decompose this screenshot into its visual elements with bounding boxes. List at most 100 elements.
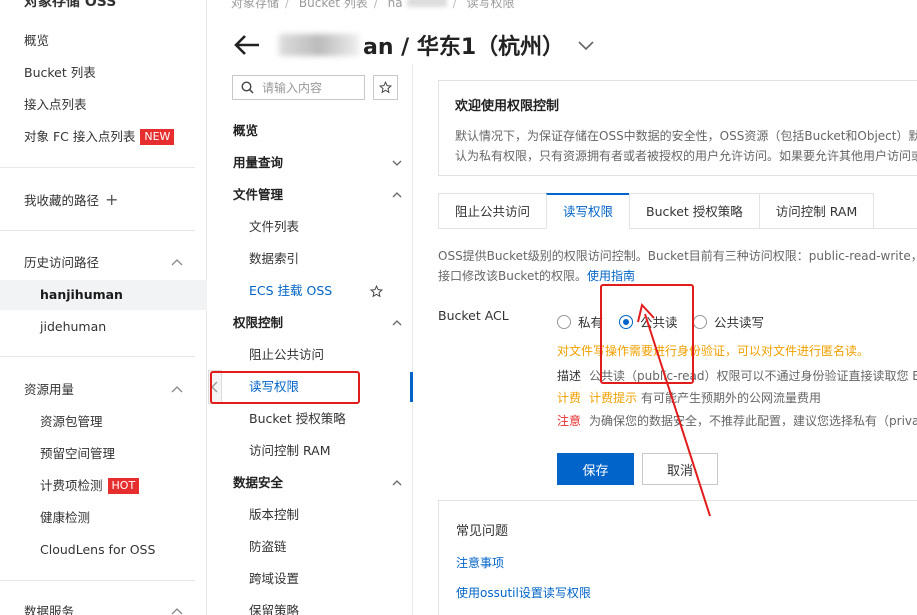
- note-label: 注意: [557, 414, 582, 428]
- nav-block-public-access[interactable]: 阻止公共访问: [249, 341, 324, 369]
- add-favorite-icon[interactable]: +: [105, 185, 118, 215]
- faq-title: 常见问题: [456, 524, 509, 539]
- guide-link[interactable]: 使用指南: [587, 269, 635, 283]
- breadcrumb-item[interactable]: 对象存储: [231, 0, 279, 10]
- note-text: 为确保您的数据安全，不推荐此配置，建议您选择私有（private）。: [589, 414, 917, 428]
- nav-data-index[interactable]: 数据索引: [249, 245, 299, 273]
- faq-link-notes[interactable]: 注意事项: [456, 554, 504, 571]
- chevron-up-icon[interactable]: [171, 606, 183, 615]
- nav-usage[interactable]: 用量查询: [233, 149, 283, 177]
- sidebar-group-history[interactable]: 历史访问路径: [24, 248, 99, 278]
- chevron-up-icon[interactable]: [392, 478, 402, 488]
- sidebar-item-favorites[interactable]: 我收藏的路径 +: [24, 185, 118, 215]
- sidebar-item-reserved-space[interactable]: 预留空间管理: [40, 439, 115, 469]
- nav-retention-policy[interactable]: 保留策略: [249, 597, 299, 615]
- billing-text: 有可能产生预期外的公网流量费用: [641, 391, 822, 405]
- nav-data-security[interactable]: 数据安全: [233, 469, 283, 497]
- chevron-down-icon[interactable]: [578, 39, 594, 51]
- bucket-nav: 概览 用量查询 文件管理 文件列表 数据索引 ECS 挂载 OSS 权限控制 阻…: [208, 64, 413, 615]
- divider: [0, 580, 195, 581]
- billing-highlight: 计费提示: [589, 391, 638, 405]
- radio-circle[interactable]: [557, 314, 571, 329]
- page-header: an / 华东1（杭州）: [233, 27, 594, 63]
- sidebar-item-history-active[interactable]: hanjihuman: [0, 280, 207, 310]
- chevron-up-icon[interactable]: [171, 384, 183, 396]
- sidebar-item-overview[interactable]: 概览: [24, 26, 49, 56]
- divider: [0, 356, 195, 357]
- annotation-box-radio: [600, 284, 694, 384]
- active-indicator: [410, 372, 413, 402]
- star-icon: [379, 81, 392, 94]
- faq-link-ossutil[interactable]: 使用ossutil设置读写权限: [456, 584, 591, 601]
- acl-billing: 计费 计费提示 有可能产生预期外的公网流量费用: [557, 389, 917, 407]
- save-button[interactable]: 保存: [557, 453, 634, 485]
- faq-panel: 常见问题 注意事项 使用ossutil设置读写权限: [438, 501, 917, 615]
- sidebar-group-label: 历史访问路径: [24, 255, 100, 270]
- tab-bucket-policy[interactable]: Bucket 授权策略: [629, 193, 759, 229]
- sidebar-group-data-services[interactable]: 数据服务: [24, 597, 74, 615]
- page-title: an / 华东1（杭州）: [363, 35, 565, 60]
- sidebar-item-billing-check[interactable]: 计费项检测 HOT: [40, 471, 140, 501]
- breadcrumb-item[interactable]: ha: [388, 0, 403, 10]
- radio-private[interactable]: 私有: [557, 312, 603, 331]
- sidebar-item-label: Bucket 列表: [24, 65, 96, 80]
- sidebar-item-label: CloudLens for OSS: [40, 542, 156, 557]
- tab-block-public-access[interactable]: 阻止公共访问: [438, 193, 547, 229]
- billing-label: 计费: [557, 391, 582, 405]
- sidebar-item-label: hanjihuman: [40, 287, 123, 302]
- nav-search[interactable]: [232, 75, 365, 100]
- sidebar-item-cloudlens[interactable]: CloudLens for OSS: [40, 535, 155, 565]
- search-icon: [241, 81, 254, 94]
- nav-overview[interactable]: 概览: [233, 117, 258, 145]
- nav-access-control[interactable]: 权限控制: [233, 309, 283, 337]
- sidebar-item-health-check[interactable]: 健康检测: [40, 503, 90, 533]
- sidebar-item-label: 预留空间管理: [40, 446, 116, 461]
- redacted-text: [406, 0, 447, 7]
- sidebar-item-label: 概览: [24, 33, 50, 48]
- nav-hotlink-protection[interactable]: 防盗链: [249, 533, 287, 561]
- divider: [0, 167, 195, 168]
- sidebar-item-label: 计费项检测: [40, 478, 103, 493]
- welcome-text: 默认情况下，为保证存储在OSS中数据的安全性，OSS资源（包括Bucket和Ob…: [455, 129, 917, 163]
- sidebar-group-label: 资源用量: [24, 382, 75, 397]
- divider: [0, 230, 195, 231]
- sidebar-item-label: 健康检测: [40, 510, 91, 525]
- cancel-button[interactable]: 取消: [642, 453, 718, 485]
- nav-cors[interactable]: 跨域设置: [249, 565, 299, 593]
- breadcrumb-current: 读写权限: [466, 0, 515, 10]
- sidebar-item-bucket-list[interactable]: Bucket 列表: [24, 58, 96, 88]
- nav-versioning[interactable]: 版本控制: [249, 501, 299, 529]
- breadcrumb-item[interactable]: Bucket 列表: [299, 0, 368, 10]
- sidebar: 对象存储 OSS 概览 Bucket 列表 接入点列表 对象 FC 接入点列表 N…: [0, 0, 207, 615]
- radio-circle[interactable]: [693, 314, 707, 329]
- search-input[interactable]: [262, 80, 352, 95]
- sidebar-item-resource-packages[interactable]: 资源包管理: [40, 407, 103, 437]
- permission-tabs: 阻止公共访问 读写权限 Bucket 授权策略 访问控制 RAM: [438, 193, 875, 229]
- tab-ram-access[interactable]: 访问控制 RAM: [758, 193, 875, 229]
- sidebar-item-access-points[interactable]: 接入点列表: [24, 90, 87, 120]
- radio-public-read-write[interactable]: 公共读写: [693, 312, 764, 331]
- chevron-down-icon[interactable]: [392, 158, 402, 168]
- back-arrow-icon[interactable]: [233, 33, 261, 57]
- sidebar-item-history[interactable]: jidehuman: [40, 312, 106, 342]
- nav-file-management[interactable]: 文件管理: [233, 181, 283, 209]
- radio-label: 公共读写: [714, 315, 765, 330]
- nav-ram-access[interactable]: 访问控制 RAM: [249, 437, 331, 465]
- chevron-up-icon[interactable]: [171, 257, 183, 269]
- nav-bucket-policy[interactable]: Bucket 授权策略: [249, 405, 346, 433]
- tab-read-write-permission[interactable]: 读写权限: [546, 193, 630, 229]
- hot-badge: HOT: [107, 477, 140, 494]
- favorite-button[interactable]: [373, 75, 398, 100]
- chevron-up-icon[interactable]: [392, 190, 402, 200]
- star-icon[interactable]: [370, 285, 383, 298]
- sidebar-item-label: 接入点列表: [24, 97, 87, 112]
- intro-line: 接口修改该Bucket的权限。: [438, 269, 588, 283]
- annotation-box-nav: [210, 371, 360, 404]
- sidebar-group-resources[interactable]: 资源用量: [24, 375, 74, 405]
- sidebar-item-fc-access-points[interactable]: 对象 FC 接入点列表 NEW: [24, 122, 175, 152]
- redacted-bucket-name: [279, 34, 359, 56]
- chevron-up-icon[interactable]: [392, 318, 402, 328]
- nav-ecs-mount[interactable]: ECS 挂载 OSS: [249, 277, 332, 305]
- nav-file-list[interactable]: 文件列表: [249, 213, 299, 241]
- sidebar-item-label: 对象 FC 接入点列表: [24, 129, 136, 144]
